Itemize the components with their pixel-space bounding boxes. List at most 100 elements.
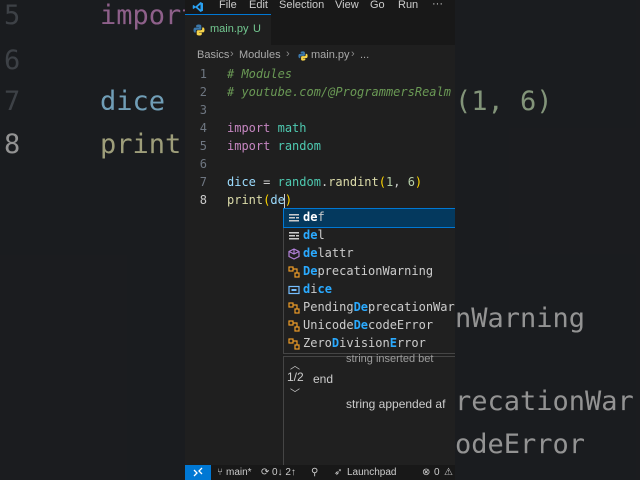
hint-page-indicator: 1/2 xyxy=(287,370,304,384)
number: 6 xyxy=(407,175,415,189)
warning-icon: ⚠ xyxy=(444,467,453,478)
keyword: import xyxy=(227,139,271,153)
hint-description: string inserted bet xyxy=(346,353,434,365)
line-number-active: 8 xyxy=(199,193,207,207)
suggestion-label: del xyxy=(303,228,325,242)
line-number: 7 xyxy=(199,175,207,189)
module-name: math xyxy=(277,121,307,135)
suggestion-item[interactable]: DeprecationWarning xyxy=(284,263,455,281)
hint-param-description: string appended af xyxy=(346,397,446,411)
untracked-badge: U xyxy=(253,23,261,35)
remote-indicator[interactable] xyxy=(185,465,211,480)
suggestion-label: UnicodeDecodeError xyxy=(303,318,434,332)
suggestion-item[interactable]: delattr xyxy=(284,245,455,263)
variable: dice xyxy=(227,175,256,189)
background-shade-left xyxy=(0,0,185,480)
suggestion-item[interactable]: UnicodeDecodeError xyxy=(284,317,455,335)
graph-icon[interactable]: ⚲ xyxy=(311,467,318,478)
comment: # youtube.com/@ProgrammersRealm xyxy=(227,85,451,99)
line-number: 1 xyxy=(199,67,207,81)
suggestion-item[interactable]: del xyxy=(284,227,455,245)
code-line-7: dice = random.randint(1, 6) xyxy=(227,175,422,189)
suggestion-item[interactable]: def xyxy=(283,208,455,228)
bracket: ) xyxy=(284,193,293,207)
menu-file[interactable]: File xyxy=(219,0,237,11)
python-file-icon xyxy=(193,24,205,36)
code-line-5: import random xyxy=(227,139,321,153)
git-branch-icon: ⑂ xyxy=(217,467,223,478)
module-name: random xyxy=(277,175,321,189)
suggestion-label: def xyxy=(303,210,325,224)
class-icon xyxy=(288,320,300,332)
suggestion-item[interactable]: PendingDeprecationWar xyxy=(284,299,455,317)
menu-selection[interactable]: Selection xyxy=(279,0,324,11)
module-name: random xyxy=(277,139,321,153)
breadcrumb-symbols[interactable]: ... xyxy=(360,49,369,61)
keyword-icon xyxy=(289,214,299,222)
menu-run[interactable]: Run xyxy=(398,0,418,11)
suggestion-label: delattr xyxy=(303,246,354,260)
code-line-2: # youtube.com/@ProgrammersRealm xyxy=(227,85,451,99)
code-line-8: print(de) xyxy=(227,193,292,208)
line-number: 6 xyxy=(199,157,207,171)
vscode-logo-icon xyxy=(192,2,203,12)
code-editor[interactable]: 1 2 3 4 5 6 7 8 # Modules # youtube.com/… xyxy=(185,67,455,466)
comma: , xyxy=(393,175,408,189)
breadcrumb-main-py[interactable]: main.py xyxy=(311,49,350,61)
suggestion-label: dice xyxy=(303,282,332,296)
menu-go[interactable]: Go xyxy=(370,0,385,11)
operator: = xyxy=(255,175,278,189)
git-branch[interactable]: main* xyxy=(226,467,252,478)
tab-label: main.py xyxy=(210,23,249,35)
parameter-hints-widget: string inserted bet ︿ end 1/2 ﹀ string a… xyxy=(283,353,455,466)
bracket: ( xyxy=(378,175,386,189)
menu-view[interactable]: View xyxy=(335,0,359,11)
sync-icon: ⟳ xyxy=(261,467,270,478)
python-file-icon xyxy=(298,51,308,61)
status-bar: ⑂ main* ⟳ 0↓ 2↑ ⚲ ➶ Launchpad ⊗ 0 ⚠ xyxy=(185,465,455,480)
keyword: import xyxy=(227,121,271,135)
breadcrumb-modules[interactable]: Modules xyxy=(239,49,281,61)
bracket: ) xyxy=(414,175,423,189)
method-icon xyxy=(288,248,300,260)
error-count[interactable]: 0 xyxy=(434,467,440,478)
suggestion-label: PendingDeprecationWar xyxy=(303,300,455,314)
hint-param-end: end xyxy=(313,372,334,386)
typed-text: de xyxy=(270,193,285,207)
code-line-4: import math xyxy=(227,121,307,135)
suggestion-item[interactable]: ZeroDivisionError xyxy=(284,335,455,353)
suggestion-item[interactable]: dice xyxy=(284,281,455,299)
line-number: 3 xyxy=(199,103,207,117)
suggestion-label: DeprecationWarning xyxy=(303,264,434,278)
line-number: 4 xyxy=(199,121,207,135)
keyword-icon xyxy=(289,232,299,240)
tab-bar: main.py U xyxy=(185,14,455,45)
chevron-down-icon[interactable]: ﹀ xyxy=(290,385,300,400)
function-name: print xyxy=(227,193,264,207)
suggestion-widget: def del delattr DeprecationWarning dice … xyxy=(283,208,455,354)
breadcrumb-basics[interactable]: Basics xyxy=(197,49,229,61)
suggestion-label: ZeroDivisionError xyxy=(303,336,426,350)
tab-main-py[interactable]: main.py U xyxy=(185,14,271,45)
sync-status[interactable]: 0↓ 2↑ xyxy=(272,467,296,478)
chevron-right-icon: › xyxy=(286,48,290,60)
line-number: 2 xyxy=(199,85,207,99)
comment: # Modules xyxy=(227,67,293,81)
error-icon: ⊗ xyxy=(422,467,431,478)
function-name: randint xyxy=(328,175,379,189)
class-icon xyxy=(288,302,300,314)
launchpad[interactable]: Launchpad xyxy=(347,467,397,478)
remote-icon xyxy=(193,467,203,477)
more-menu-icon[interactable]: ··· xyxy=(432,0,443,10)
chevron-right-icon: › xyxy=(351,48,355,60)
menu-bar: File Edit Selection View Go Run ··· xyxy=(185,0,455,14)
breadcrumb: Basics › Modules › main.py › ... xyxy=(185,45,455,67)
menu-edit[interactable]: Edit xyxy=(249,0,268,11)
variable-icon xyxy=(288,285,300,295)
vscode-window: File Edit Selection View Go Run ··· main… xyxy=(185,0,455,480)
code-line-1: # Modules xyxy=(227,67,292,81)
class-icon xyxy=(288,266,300,278)
rocket-icon: ➶ xyxy=(334,467,343,478)
chevron-right-icon: › xyxy=(230,48,234,60)
line-number: 5 xyxy=(199,139,207,153)
